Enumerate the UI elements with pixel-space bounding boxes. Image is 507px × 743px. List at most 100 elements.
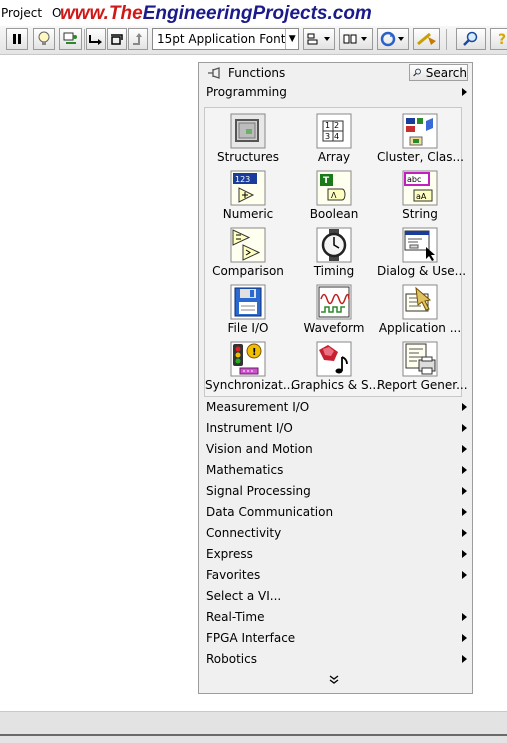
graphics-sound-icon [316,341,352,377]
retain-wire-values-button[interactable] [59,28,82,50]
search-zoom-button[interactable] [456,28,486,50]
category-fpga-interface[interactable]: FPGA Interface [199,628,472,649]
expand-more-chevron-icon[interactable] [327,673,341,687]
pin-icon[interactable] [206,66,222,80]
menu-project[interactable]: Project [1,6,42,20]
category-vision-and-motion[interactable]: Vision and Motion [199,439,472,460]
select-a-vi-item[interactable]: Select a VI... [199,586,472,607]
category-label: Real-Time [206,610,265,624]
align-objects-button[interactable] [303,28,335,50]
tile-synchronization[interactable]: ! Synchronizat... [205,338,294,395]
category-label: Connectivity [206,526,282,540]
category-programming[interactable]: Programming [199,82,472,103]
category-label: Signal Processing [206,484,311,498]
pause-button[interactable] [6,28,28,50]
align-objects-icon [307,33,330,45]
tile-label: Cluster, Clas... [377,150,464,164]
tile-report-generation[interactable]: Report Gener... [377,338,468,395]
category-connectivity[interactable]: Connectivity [199,523,472,544]
palette-search-button[interactable]: Search [409,64,468,81]
category-label: Programming [206,85,287,99]
reorder-button[interactable] [377,28,409,50]
step-into-icon [89,35,102,45]
cleanup-diagram-button[interactable] [413,28,440,50]
comparison-icon [230,227,266,263]
svg-text:2: 2 [334,121,339,130]
category-instrument-io[interactable]: Instrument I/O [199,418,472,439]
chevron-right-icon [462,445,467,453]
reorder-icon [380,31,404,47]
timing-watch-icon [316,227,352,263]
svg-text:123: 123 [235,175,250,184]
retain-wire-values-icon [63,32,77,44]
tile-label: Report Gener... [377,378,468,392]
tile-application-control[interactable]: Application ... [377,281,463,338]
tile-waveform[interactable]: Waveform [291,281,377,338]
cleanup-diagram-icon [416,32,436,46]
svg-text:3: 3 [325,132,330,141]
distribute-objects-button[interactable] [339,28,373,50]
category-express[interactable]: Express [199,544,472,565]
tile-cluster[interactable]: Cluster, Clas... [377,110,464,167]
svg-text:!: ! [252,347,257,358]
tile-label: Array [317,150,351,164]
tile-graphics-sound[interactable]: Graphics & S... [291,338,381,395]
font-select-value: 15pt Application Font [157,32,286,46]
tile-label: File I/O [227,321,269,335]
highlight-execution-button[interactable] [33,28,55,50]
chevron-right-icon [462,508,467,516]
step-over-icon [111,34,123,45]
string-icon: abc aA [402,170,438,206]
tile-file-io[interactable]: File I/O [205,281,291,338]
category-label: Instrument I/O [206,421,293,435]
context-help-icon: ? [498,32,506,47]
report-generation-icon [402,341,438,377]
tile-label: Dialog & Use... [377,264,467,278]
tile-structures[interactable]: Structures [205,110,291,167]
svg-text:aA: aA [416,192,427,201]
chevron-right-icon [462,424,467,432]
svg-text:1: 1 [325,121,330,130]
category-robotics[interactable]: Robotics [199,649,472,670]
font-select[interactable]: 15pt Application Font ▼ [152,28,299,50]
step-over-button[interactable] [107,28,127,50]
category-data-communication[interactable]: Data Communication [199,502,472,523]
dialog-icon [402,227,438,263]
search-button-label: Search [425,65,467,80]
array-icon: 1 23 4 [316,113,352,149]
highlight-bulb-icon [38,31,50,45]
chevron-right-icon [462,529,467,537]
category-mathematics[interactable]: Mathematics [199,460,472,481]
boolean-icon: TΛ [316,170,352,206]
category-favorites[interactable]: Favorites [199,565,472,586]
category-label: Select a VI... [206,589,282,603]
tile-numeric[interactable]: 123 Numeric [205,167,291,224]
tile-label: Graphics & S... [291,378,381,392]
tile-label: Structures [216,150,280,164]
tile-string[interactable]: abc aA String [377,167,463,224]
category-label: Mathematics [206,463,284,477]
tile-label: Application ... [378,321,462,335]
category-real-time[interactable]: Real-Time [199,607,472,628]
category-measurement-io[interactable]: Measurement I/O [199,397,472,418]
distribute-objects-icon [343,34,367,44]
chevron-right-icon [462,634,467,642]
tile-label: Numeric [222,207,274,221]
step-out-button[interactable] [128,28,148,50]
tile-timing[interactable]: Timing [291,224,377,281]
step-into-button[interactable] [86,28,106,50]
tile-dialog[interactable]: Dialog & Use... [377,224,467,281]
tile-boolean[interactable]: TΛ Boolean [291,167,377,224]
chevron-right-icon [462,403,467,411]
tile-comparison[interactable]: Comparison [205,224,291,281]
category-label: FPGA Interface [206,631,296,645]
chevron-right-icon [462,571,467,579]
tile-array[interactable]: 1234 Array [291,110,377,167]
tile-label: Comparison [212,264,284,278]
context-help-button[interactable]: ? [490,28,507,50]
category-label: Data Communication [206,505,334,519]
application-control-icon [402,284,438,320]
tile-label: Timing [313,264,355,278]
category-signal-processing[interactable]: Signal Processing [199,481,472,502]
file-io-floppy-icon [230,284,266,320]
